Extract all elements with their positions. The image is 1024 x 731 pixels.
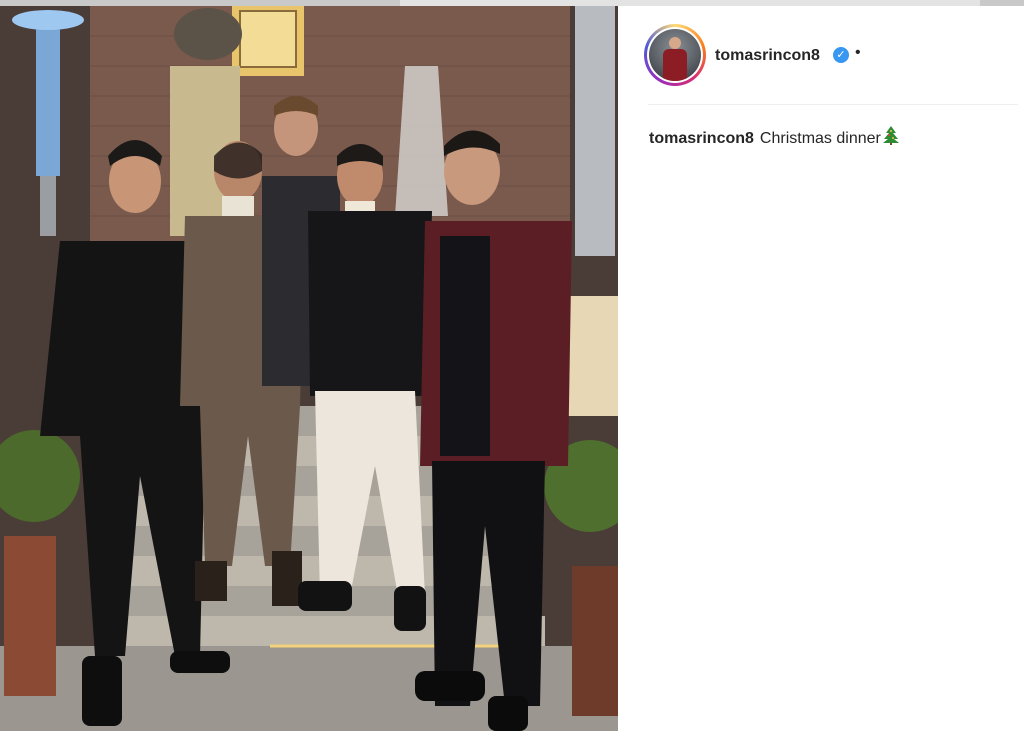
verified-badge-icon: ✓	[833, 47, 849, 63]
group-photo-illustration	[0, 6, 618, 731]
story-ring[interactable]	[644, 24, 706, 86]
post-photo[interactable]	[0, 6, 618, 731]
caption-text: Christmas dinner	[759, 130, 881, 147]
author-username[interactable]: tomasrincon8	[715, 47, 820, 65]
header-separator: •	[855, 44, 861, 61]
avatar[interactable]	[647, 27, 703, 83]
caption-username[interactable]: tomasrincon8	[649, 130, 754, 147]
avatar-head-shape	[669, 37, 681, 49]
profile-picture-icon	[649, 29, 701, 81]
post-caption: tomasrincon8 Christmas dinner	[649, 125, 899, 150]
avatar-shirt-shape	[663, 49, 687, 81]
header-divider	[648, 104, 1018, 105]
post-sidebar: tomasrincon8 ✓ • tomasrincon8 Christmas d…	[618, 6, 1024, 731]
post-header: tomasrincon8 ✓ •	[618, 6, 1024, 104]
christmas-tree-icon	[882, 125, 899, 150]
